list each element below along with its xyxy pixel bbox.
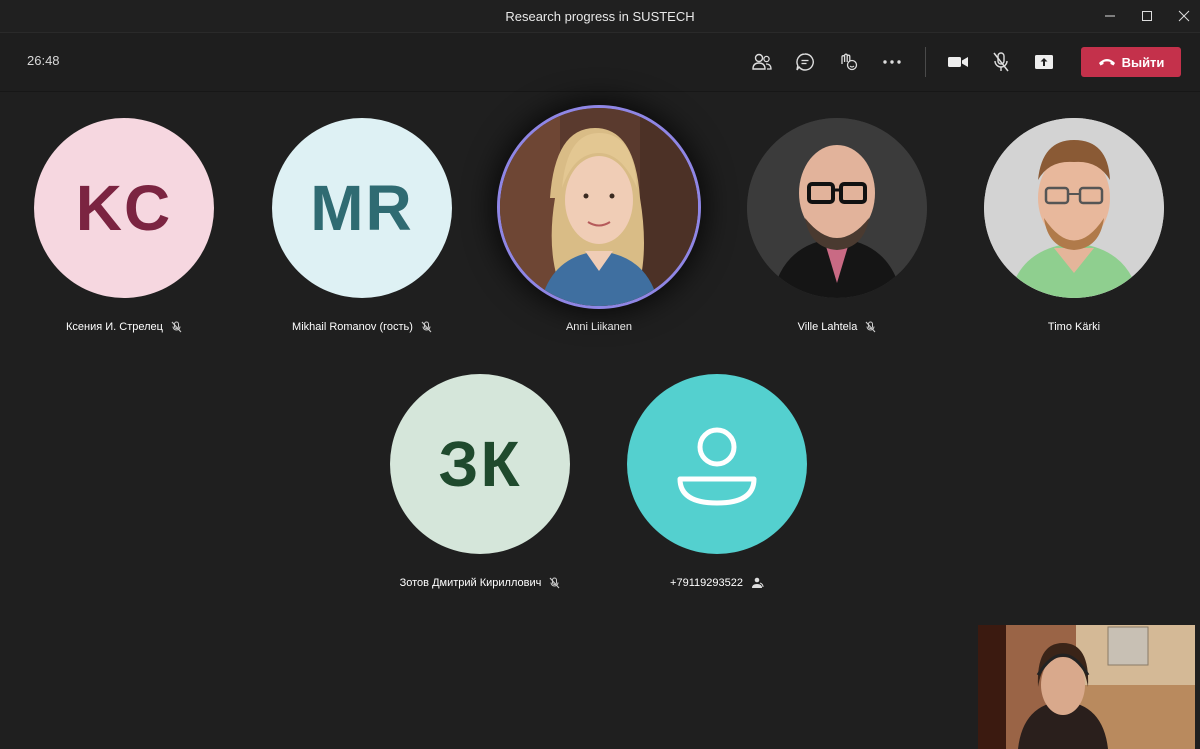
participant-name-row: Ville Lahtela: [717, 321, 957, 333]
mic-off-icon: [993, 52, 1009, 72]
participant-name: Зотов Дмитрий Кириллович: [399, 577, 542, 589]
mic-off-icon: [421, 321, 432, 333]
avatar-initials: KC: [75, 172, 173, 244]
avatar-photo: [984, 118, 1164, 298]
window-title: Research progress in SUSTECH: [505, 8, 695, 24]
phone-caller-icon: [751, 577, 764, 588]
avatar-initials: ЗК: [438, 428, 522, 500]
toolbar-separator: [925, 47, 926, 77]
avatar: KC: [34, 118, 214, 298]
participant-name: Mikhail Romanov (гость): [292, 321, 413, 333]
participant-tile[interactable]: +79119293522: [597, 374, 837, 589]
camera-button[interactable]: [943, 47, 973, 77]
avatar: ЗК: [390, 374, 570, 554]
mic-toggle-button[interactable]: [986, 47, 1016, 77]
share-screen-button[interactable]: [1029, 47, 1059, 77]
self-video-feed: [978, 625, 1195, 749]
participant-name-row: +79119293522: [597, 577, 837, 589]
mic-off-icon: [171, 321, 182, 333]
mic-off-icon: [549, 577, 560, 589]
participants-icon: [752, 53, 772, 70]
reactions-button[interactable]: [833, 47, 863, 77]
avatar: [627, 374, 807, 554]
avatar-photo: [500, 108, 698, 306]
person-photo-man-glasses: [747, 118, 927, 298]
avatar: MR: [272, 118, 452, 298]
participant-tile[interactable]: Ville Lahtela: [717, 118, 957, 333]
avatar-initials: MR: [310, 172, 414, 244]
participant-name: Ксения И. Стрелец: [66, 321, 163, 333]
participant-name: +79119293522: [670, 577, 743, 589]
close-button[interactable]: [1164, 0, 1200, 32]
participants-button[interactable]: [747, 47, 777, 77]
person-photo-woman: [500, 108, 698, 306]
participant-name-row: Anni Liikanen: [479, 321, 719, 333]
leave-call-button[interactable]: Выйти: [1081, 47, 1181, 77]
avatar-photo: [747, 118, 927, 298]
participant-name: Timo Kärki: [1047, 321, 1101, 333]
reactions-icon: [841, 53, 858, 71]
leave-label: Выйти: [1121, 54, 1165, 70]
participant-name-row: Зотов Дмитрий Кириллович: [360, 577, 600, 589]
mic-off-icon: [865, 321, 876, 333]
participant-name-row: Ксения И. Стрелец: [4, 321, 244, 333]
participant-tile[interactable]: MR Mikhail Romanov (гость): [242, 118, 482, 333]
participant-tile[interactable]: Timo Kärki: [954, 118, 1194, 333]
participant-tile[interactable]: KC Ксения И. Стрелец: [4, 118, 244, 333]
minimize-icon: [1105, 15, 1115, 17]
person-photo-man-beard: [984, 118, 1164, 298]
participant-tile[interactable]: ЗК Зотов Дмитрий Кириллович: [360, 374, 600, 589]
hang-up-icon: [1098, 59, 1115, 66]
minimize-button[interactable]: [1090, 0, 1130, 32]
more-options-button[interactable]: [877, 47, 907, 77]
more-icon: [883, 60, 901, 64]
close-icon: [1178, 10, 1190, 22]
self-video-preview[interactable]: [978, 625, 1195, 749]
meeting-toolbar: 26:48 Выйти: [0, 32, 1200, 92]
chat-button[interactable]: [790, 47, 820, 77]
maximize-icon: [1142, 11, 1152, 21]
title-bar: Research progress in SUSTECH: [0, 0, 1200, 32]
participant-name-row: Timo Kärki: [954, 321, 1194, 333]
participant-name: Ville Lahtela: [797, 321, 858, 333]
participant-name-row: Mikhail Romanov (гость): [242, 321, 482, 333]
participant-tile[interactable]: Anni Liikanen: [479, 108, 719, 333]
camera-icon: [948, 57, 968, 67]
call-timer: 26:48: [27, 53, 60, 68]
share-icon: [1035, 55, 1053, 69]
chat-icon: [796, 53, 814, 71]
maximize-button[interactable]: [1127, 0, 1167, 32]
participant-name: Anni Liikanen: [565, 321, 633, 333]
person-icon: [677, 427, 757, 506]
